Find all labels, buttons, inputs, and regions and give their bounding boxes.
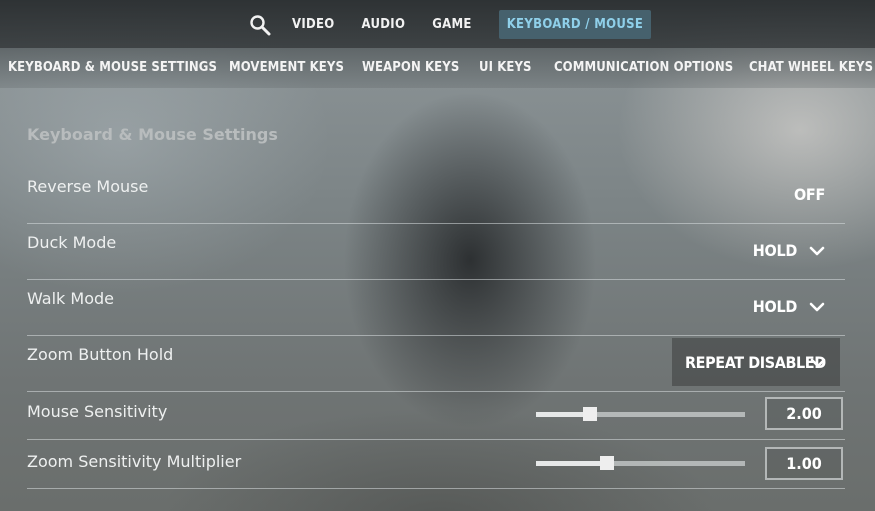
setting-value: HOLD	[752, 241, 798, 260]
subtab-keyboard-mouse-settings[interactable]: KEYBOARD & MOUSE SETTINGS	[8, 60, 217, 75]
chevron-down-icon	[810, 354, 826, 373]
setting-label: Mouse Sensitivity	[27, 402, 168, 421]
slider-fill	[536, 461, 608, 466]
subtab-chat-wheel-keys[interactable]: CHAT WHEEL KEYS	[749, 60, 873, 75]
section-title: Keyboard & Mouse Settings	[27, 125, 278, 144]
mouse-sensitivity-slider[interactable]	[536, 407, 745, 421]
chevron-down-icon	[809, 301, 825, 313]
zoom-button-hold-dropdown[interactable]: REPEAT DISABLED	[672, 338, 840, 386]
setting-label: Zoom Button Hold	[27, 345, 174, 364]
setting-row-walk-mode: Walk Mode HOLD	[27, 279, 845, 336]
tab-game[interactable]: GAME	[432, 10, 471, 39]
subtab-weapon-keys[interactable]: WEAPON KEYS	[362, 60, 459, 75]
slider-fill	[536, 412, 591, 417]
zoom-sensitivity-slider[interactable]	[536, 456, 745, 470]
chevron-down-icon	[809, 245, 825, 257]
zoom-sensitivity-input[interactable]: 1.00	[765, 447, 843, 480]
subtab-movement-keys[interactable]: MOVEMENT KEYS	[229, 60, 344, 75]
setting-row-mouse-sensitivity: Mouse Sensitivity 2.00	[27, 391, 845, 440]
tab-keyboard-mouse[interactable]: KEYBOARD / MOUSE	[498, 10, 652, 39]
setting-value: REPEAT DISABLED	[685, 352, 826, 372]
sub-navigation-bar: KEYBOARD & MOUSE SETTINGS MOVEMENT KEYS …	[0, 48, 875, 88]
setting-label: Zoom Sensitivity Multiplier	[27, 452, 242, 471]
setting-row-zoom-sensitivity: Zoom Sensitivity Multiplier 1.00	[27, 439, 845, 489]
slider-thumb[interactable]	[583, 407, 598, 421]
mouse-sensitivity-input[interactable]: 2.00	[765, 397, 843, 430]
slider-thumb[interactable]	[600, 456, 615, 470]
setting-label: Duck Mode	[27, 233, 117, 252]
walk-mode-dropdown[interactable]: HOLD	[753, 297, 825, 316]
setting-row-duck-mode: Duck Mode HOLD	[27, 223, 845, 280]
search-icon[interactable]	[246, 11, 274, 39]
subtab-ui-keys[interactable]: UI KEYS	[479, 60, 532, 75]
reverse-mouse-toggle[interactable]: OFF	[794, 185, 825, 204]
tab-video[interactable]: VIDEO	[292, 10, 335, 39]
setting-label: Walk Mode	[27, 289, 114, 308]
setting-label: Reverse Mouse	[27, 177, 149, 196]
tab-audio[interactable]: AUDIO	[362, 10, 406, 39]
setting-row-reverse-mouse: Reverse Mouse OFF	[27, 167, 845, 224]
top-navigation-bar: VIDEO AUDIO GAME KEYBOARD / MOUSE	[0, 0, 875, 48]
duck-mode-dropdown[interactable]: HOLD	[753, 241, 825, 260]
subtab-communication-options[interactable]: COMMUNICATION OPTIONS	[554, 60, 733, 75]
top-nav: VIDEO AUDIO GAME KEYBOARD / MOUSE	[246, 10, 652, 39]
setting-value: HOLD	[752, 297, 798, 316]
setting-value: OFF	[793, 185, 825, 204]
setting-row-zoom-button-hold: Zoom Button Hold REPEAT DISABLED	[27, 335, 845, 392]
